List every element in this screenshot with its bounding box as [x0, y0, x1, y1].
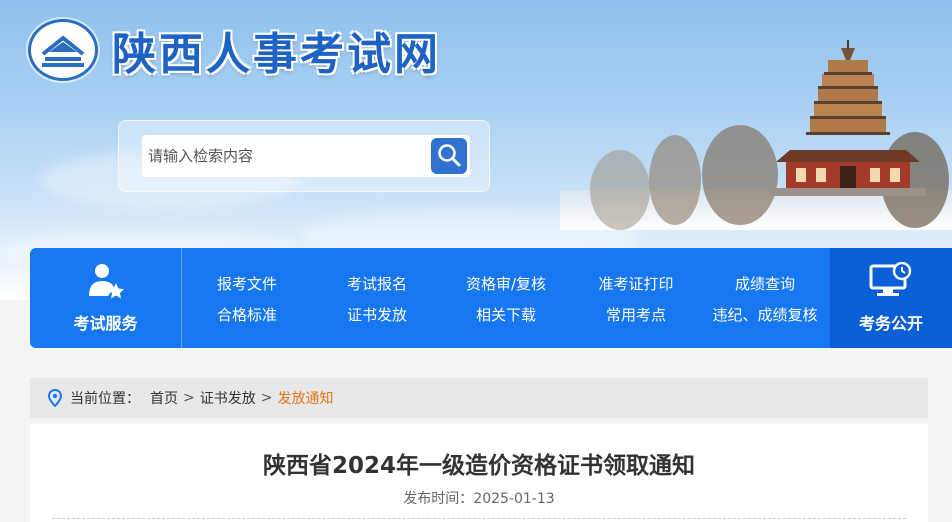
- nav-exam-affairs-public[interactable]: 考务公开: [830, 248, 952, 348]
- search-button[interactable]: [431, 138, 467, 174]
- breadcrumb-separator: >: [183, 390, 195, 406]
- nav-links: 报考文件 考试报名 资格审/复核 准考证打印 成绩查询 合格标准 证书发放 相关…: [182, 248, 830, 348]
- article-divider: [52, 518, 906, 519]
- publish-label: 发布时间：: [403, 491, 474, 507]
- search-input[interactable]: [142, 135, 470, 177]
- breadcrumb: 当前位置： 首页 > 证书发放 > 发放通知: [30, 378, 928, 418]
- breadcrumb-separator: >: [260, 390, 273, 406]
- site-title: 陕西人事考试网: [112, 29, 441, 80]
- nav-link-exam-registration[interactable]: 考试报名: [312, 273, 442, 294]
- nav-exam-services-label: 考试服务: [73, 314, 138, 333]
- nav-exam-services[interactable]: 考试服务: [30, 248, 182, 348]
- breadcrumb-home[interactable]: 首页: [150, 388, 178, 408]
- breadcrumb-current[interactable]: 发放通知: [277, 388, 333, 408]
- article: 陕西省2024年一级造价资格证书领取通知 发布时间：2025-01-13: [30, 424, 928, 522]
- location-pin-icon: [48, 389, 62, 407]
- search-box: [118, 120, 490, 192]
- article-meta: 发布时间：2025-01-13: [30, 488, 928, 508]
- nav-link-violation-score-review[interactable]: 违纪、成绩复核: [700, 304, 830, 325]
- nav-link-admission-ticket[interactable]: 准考证打印: [571, 273, 701, 294]
- main-nav: 考试服务 报考文件 考试报名 资格审/复核 准考证打印 成绩查询 合格标准 证书…: [30, 248, 952, 348]
- nav-link-downloads[interactable]: 相关下载: [441, 304, 571, 325]
- user-star-icon: [86, 262, 126, 304]
- search-icon: [436, 142, 462, 171]
- nav-exam-affairs-label: 考务公开: [858, 314, 923, 333]
- breadcrumb-prefix: 当前位置：: [70, 391, 140, 407]
- nav-link-score-query[interactable]: 成绩查询: [700, 273, 830, 294]
- nav-link-qualification-review[interactable]: 资格审/复核: [441, 273, 571, 294]
- site-logo-area[interactable]: 陕西人事考试网: [28, 18, 441, 82]
- article-title: 陕西省2024年一级造价资格证书领取通知: [262, 453, 695, 479]
- monitor-clock-icon: [869, 261, 913, 302]
- breadcrumb-certificate-issuance[interactable]: 证书发放: [200, 388, 256, 408]
- nav-link-exam-sites[interactable]: 常用考点: [571, 304, 701, 325]
- nav-link-passing-standard[interactable]: 合格标准: [182, 304, 312, 325]
- nav-link-exam-documents[interactable]: 报考文件: [182, 273, 312, 294]
- site-logo-icon: [28, 19, 98, 81]
- pagoda-scene: [560, 40, 952, 230]
- publish-date: 2025-01-13: [473, 491, 555, 507]
- nav-link-certificate-issuance[interactable]: 证书发放: [312, 304, 442, 325]
